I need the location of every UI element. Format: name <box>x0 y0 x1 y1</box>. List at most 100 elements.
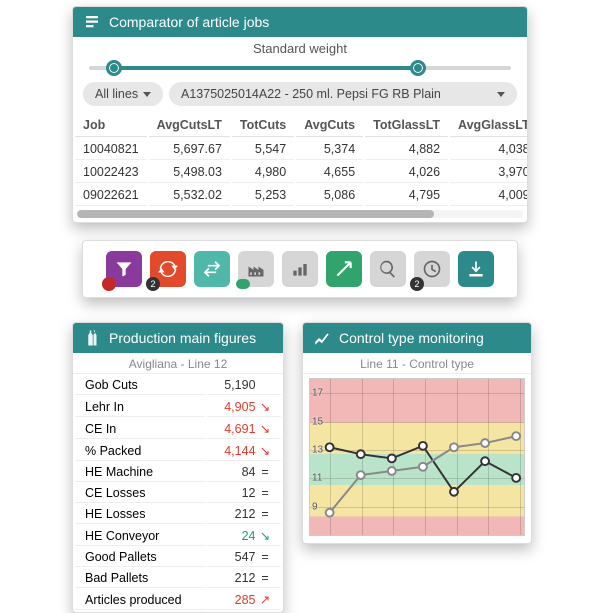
horizontal-scrollbar[interactable] <box>77 210 523 218</box>
trend-icon: = <box>259 486 271 500</box>
table-cell: 5,253 <box>232 185 294 206</box>
table-cell: 4,038 <box>450 139 528 160</box>
data-point <box>419 442 427 450</box>
comparator-icon <box>83 13 101 31</box>
figure-row: CE Losses12 = <box>75 484 281 503</box>
trend-icon: ↘ <box>259 421 271 436</box>
figure-value: 4,691 ↘ <box>207 419 281 439</box>
figure-label: HE Conveyor <box>75 526 205 546</box>
filter-icon <box>114 259 134 279</box>
timer-button[interactable]: 2 <box>414 251 450 287</box>
figure-label: CE In <box>75 419 205 439</box>
trend-icon: ↘ <box>259 399 271 414</box>
col-header[interactable]: AvgCuts <box>296 114 363 137</box>
col-header[interactable]: TotCuts <box>232 114 294 137</box>
data-point <box>357 450 365 458</box>
table-cell: 4,882 <box>365 139 448 160</box>
swap-button[interactable] <box>194 251 230 287</box>
table-cell: 5,498.03 <box>149 162 230 183</box>
weight-slider-row: Standard weight <box>73 37 527 82</box>
trend-icon: ↘ <box>259 443 271 458</box>
figure-value: 84 = <box>207 463 281 482</box>
figure-label: HE Losses <box>75 505 205 524</box>
figure-label: % Packed <box>75 441 205 461</box>
control-chart: 911131517 <box>309 378 525 536</box>
pallets-button[interactable] <box>282 251 318 287</box>
download-button[interactable] <box>458 251 494 287</box>
table-cell: 5,086 <box>296 185 363 206</box>
figure-row: HE Conveyor24 ↘ <box>75 526 281 546</box>
table-cell: 5,547 <box>232 139 294 160</box>
figure-value: 4,144 ↘ <box>207 441 281 461</box>
toolbar: 22 <box>82 240 518 298</box>
figure-row: Bad Pallets212 = <box>75 569 281 588</box>
factory-button[interactable] <box>238 251 274 287</box>
data-point <box>419 463 427 471</box>
figure-row: Lehr In4,905 ↘ <box>75 397 281 417</box>
slider-thumb-max[interactable] <box>410 60 426 76</box>
table-row[interactable]: 100408215,697.675,5475,3744,8824,038 <box>75 139 528 160</box>
lines-dropdown[interactable]: All lines <box>83 82 163 106</box>
badge <box>102 277 116 291</box>
data-point <box>326 509 334 517</box>
table-row[interactable]: 100224235,498.034,9804,6554,0263,970 <box>75 162 528 183</box>
swap-icon <box>202 259 222 279</box>
col-header[interactable]: AvgCutsLT <box>149 114 230 137</box>
table-cell: 4,795 <box>365 185 448 206</box>
scrollbar-thumb[interactable] <box>77 210 434 218</box>
lines-dropdown-label: All lines <box>95 87 138 101</box>
control-subtitle: Line 11 - Control type <box>303 353 531 374</box>
data-point <box>512 474 520 482</box>
col-header[interactable]: Job <box>75 114 147 137</box>
weight-slider-label: Standard weight <box>89 41 511 56</box>
sync-button[interactable]: 2 <box>150 251 186 287</box>
figure-value: 212 = <box>207 569 281 588</box>
trend-icon: = <box>259 571 271 585</box>
figure-label: HE Machine <box>75 463 205 482</box>
trend-icon: = <box>259 465 271 479</box>
pallets-icon <box>290 259 310 279</box>
chevron-down-icon <box>143 92 151 97</box>
chevron-down-icon <box>497 92 505 97</box>
control-panel: Control type monitoring Line 11 - Contro… <box>302 322 532 544</box>
table-cell: 10040821 <box>75 139 147 160</box>
col-header[interactable]: AvgGlassLT <box>450 114 528 137</box>
data-point <box>357 471 365 479</box>
badge: 2 <box>146 277 160 291</box>
comparator-panel: Comparator of article jobs Standard weig… <box>72 6 528 223</box>
article-dropdown-label: A1375025014A22 - 250 ml. Pepsi FG RB Pla… <box>181 87 441 101</box>
figure-row: HE Losses212 = <box>75 505 281 524</box>
col-header[interactable]: TotGlassLT <box>365 114 448 137</box>
article-dropdown[interactable]: A1375025014A22 - 250 ml. Pepsi FG RB Pla… <box>169 82 517 106</box>
production-header: Production main figures <box>73 323 283 353</box>
figure-row: Articles produced285 ↗ <box>75 590 281 610</box>
table-cell: 4,009 <box>450 185 528 206</box>
figure-value: 547 = <box>207 548 281 567</box>
trend-up-button[interactable] <box>326 251 362 287</box>
figure-value: 212 = <box>207 505 281 524</box>
figure-label: Gob Cuts <box>75 376 205 395</box>
jobs-table: JobAvgCutsLTTotCutsAvgCutsTotGlassLTAvgG… <box>73 112 528 208</box>
search-button[interactable] <box>370 251 406 287</box>
chart-line-icon <box>313 329 331 347</box>
figure-row: HE Machine84 = <box>75 463 281 482</box>
figure-row: Good Pallets547 = <box>75 548 281 567</box>
badge: 2 <box>410 277 424 291</box>
table-row[interactable]: 090226215,532.025,2535,0864,7954,009 <box>75 185 528 206</box>
figure-label: Bad Pallets <box>75 569 205 588</box>
badge <box>236 279 250 289</box>
figure-row: % Packed4,144 ↘ <box>75 441 281 461</box>
data-point <box>481 457 489 465</box>
control-header: Control type monitoring <box>303 323 531 353</box>
download-icon <box>466 259 486 279</box>
weight-slider[interactable] <box>89 58 511 76</box>
figure-label: Good Pallets <box>75 548 205 567</box>
timer-icon <box>422 259 442 279</box>
slider-thumb-min[interactable] <box>106 60 122 76</box>
figure-label: Lehr In <box>75 397 205 417</box>
factory-icon <box>246 259 266 279</box>
figure-value: 285 ↗ <box>207 590 281 610</box>
table-cell: 5,532.02 <box>149 185 230 206</box>
table-cell: 4,026 <box>365 162 448 183</box>
filter-button[interactable] <box>106 251 142 287</box>
